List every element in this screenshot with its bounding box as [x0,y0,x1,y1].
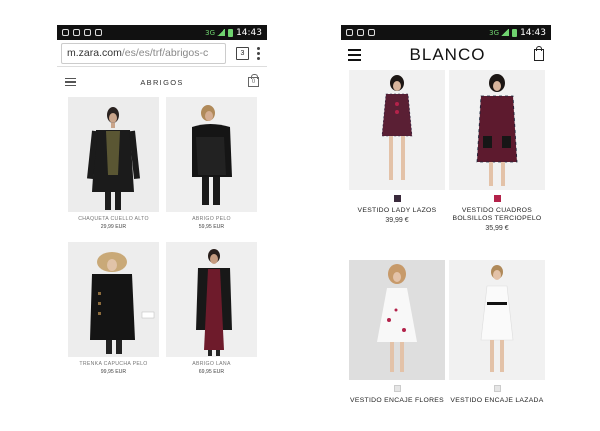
product-card[interactable]: VESTIDO CUADROS BOLSILLOS TERCIOPELO 35,… [449,70,545,232]
product-card[interactable]: VESTIDO ENCAJE FLORES [349,260,445,405]
network-type: 3G [205,28,216,37]
battery-icon [512,28,518,37]
product-card[interactable]: ABRIGO PELO 59,95 EUR [166,97,257,230]
network-type: 3G [489,28,500,37]
more-options-icon[interactable] [257,46,260,60]
blanco-screen: 3G 14:43 BLANCO VESTIDO LADY LAZOS 39,99… [341,25,551,405]
product-grid: CHAQUETA CUELLO ALTO 29,99 EUR ABRIGO PE… [57,97,267,375]
product-card[interactable]: TRENKA CAPUCHA PELO 99,95 EUR [68,242,159,375]
product-name: ABRIGO PELO [192,216,231,222]
brand-logo[interactable]: BLANCO [410,45,486,65]
shopping-bag-icon[interactable]: 0 [248,74,259,87]
tabs-button[interactable]: 3 [236,46,249,60]
notification-icon [73,29,80,36]
product-name: CHAQUETA CUELLO ALTO [78,216,149,222]
product-image[interactable] [449,260,545,380]
product-image[interactable] [166,97,257,212]
product-name: VESTIDO ENCAJE LAZADA [450,397,544,404]
notification-icon [346,29,353,36]
color-swatch[interactable] [393,385,401,392]
zara-header: ABRIGOS 0 [57,67,267,97]
product-card[interactable]: ABRIGO LANA 69,95 EUR [166,242,257,375]
browser-toolbar: m.zara.com/es/es/trf/abrigos-c 3 [57,40,267,67]
product-image[interactable] [166,242,257,357]
product-card[interactable]: CHAQUETA CUELLO ALTO 29,99 EUR [68,97,159,230]
color-swatches [449,195,545,203]
shopping-bag-icon[interactable] [533,46,544,61]
address-bar[interactable]: m.zara.com/es/es/trf/abrigos-c [61,42,226,64]
product-price: 59,95 EUR [198,224,225,230]
color-swatches [349,385,445,393]
clock: 14:43 [520,27,546,38]
blanco-header: BLANCO [341,40,551,70]
whatsapp-icon [62,29,69,36]
image-icon [84,29,91,36]
product-price: 99,95 EUR [100,369,127,375]
app-icon [95,29,102,36]
color-swatch[interactable] [493,385,501,392]
product-card[interactable]: VESTIDO ENCAJE LAZADA [449,260,545,405]
app-icon [368,29,375,36]
page-title: ABRIGOS [140,77,184,87]
product-name: ABRIGO LANA [192,361,231,367]
product-image[interactable] [68,242,159,357]
product-card[interactable]: VESTIDO LADY LAZOS 39,99 € [349,70,445,232]
battery-icon [228,28,234,37]
product-price: 69,95 EUR [198,369,225,375]
product-name: VESTIDO ENCAJE FLORES [350,397,444,404]
product-name: VESTIDO CUADROS BOLSILLOS TERCIOPELO [452,207,542,222]
clock: 14:43 [236,27,262,38]
color-swatch[interactable] [493,195,501,202]
product-grid: VESTIDO LADY LAZOS 39,99 € VESTIDO CUADR… [341,70,551,405]
product-name: VESTIDO LADY LAZOS [357,207,437,214]
signal-icon [501,29,510,36]
product-price: 35,99 € [485,225,509,232]
product-image[interactable] [349,260,445,380]
color-swatch[interactable] [393,195,401,202]
color-swatches [349,195,445,203]
product-image[interactable] [68,97,159,212]
color-swatches [449,385,545,393]
product-price: 39,99 € [385,217,409,224]
product-image[interactable] [349,70,445,190]
status-bar: 3G 14:43 [57,25,267,40]
status-bar: 3G 14:43 [341,25,551,40]
product-name: TRENKA CAPUCHA PELO [79,361,148,367]
product-image[interactable] [449,70,545,190]
product-price: 29,99 EUR [100,224,127,230]
image-icon [357,29,364,36]
menu-icon[interactable] [65,77,76,87]
menu-icon[interactable] [348,49,361,61]
url-path: /es/es/trf/abrigos-c [121,47,209,59]
zara-screen: 3G 14:43 m.zara.com/es/es/trf/abrigos-c … [57,25,267,405]
signal-icon [217,29,226,36]
url-host: m.zara.com [67,47,122,59]
